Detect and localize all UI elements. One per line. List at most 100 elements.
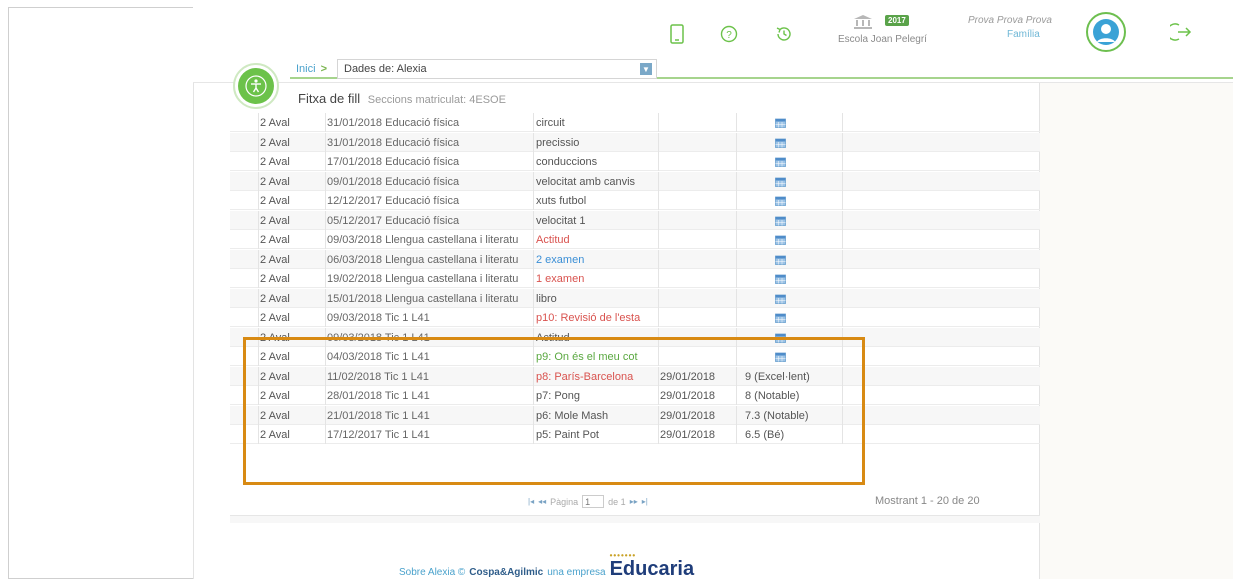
column-divider (842, 210, 843, 230)
column-divider (533, 327, 534, 347)
user-name: Prova Prova Prova (968, 15, 1052, 26)
history-icon[interactable] (773, 23, 795, 45)
calendar-icon[interactable] (775, 157, 787, 167)
table-row[interactable]: 2 Aval 21/01/2018 Tic 1 L41 p6: Mole Mash 2… (230, 405, 1040, 425)
table-row[interactable]: 2 Aval 17/01/2018 Educació física conducci… (230, 152, 1040, 171)
avatar[interactable] (1086, 12, 1126, 52)
calendar-icon[interactable] (775, 216, 787, 226)
user-info[interactable]: Prova Prova Prova Família (968, 15, 1052, 40)
table-row[interactable]: 2 Aval 04/03/2018 Tic 1 L41 p9: On és el m… (230, 347, 1040, 366)
column-divider (258, 191, 259, 210)
calendar-icon[interactable] (775, 294, 787, 304)
column-divider (736, 210, 737, 230)
footer-company: Cospa&Agilmic (469, 567, 544, 578)
grade-cell: 8 (Notable) (745, 390, 800, 402)
table-row[interactable]: 2 Aval 09/03/2018 Tic 1 L41 Actitud (230, 327, 1040, 347)
table-row[interactable]: 2 Aval 15/01/2018 Llengua castellana i li… (230, 288, 1040, 308)
activity-cell: p8: París-Barcelona (536, 370, 634, 383)
breadcrumb-separator: > (320, 63, 327, 75)
evaluation-cell: 2 Aval (260, 175, 290, 188)
column-divider (842, 171, 843, 191)
column-divider (258, 132, 259, 152)
column-divider (258, 366, 259, 386)
column-divider (736, 308, 737, 327)
calendar-icon[interactable] (775, 177, 787, 187)
page-input[interactable] (582, 495, 605, 508)
table-row[interactable]: 2 Aval 12/12/2017 Educació física xuts fut… (230, 191, 1040, 210)
column-divider (325, 113, 326, 132)
records-count: Mostrant 1 - 20 de 20 (875, 495, 980, 507)
prev-page-icon[interactable]: ◂◂ (538, 497, 546, 506)
tablet-icon[interactable] (666, 23, 688, 45)
calendar-icon[interactable] (775, 274, 787, 284)
logout-button[interactable] (1166, 22, 1192, 47)
next-page-icon[interactable]: ▸▸ (630, 497, 638, 506)
calendar-icon[interactable] (775, 138, 787, 148)
footer-about-link[interactable]: Sobre Alexia © (399, 567, 465, 578)
calendar-icon[interactable] (775, 333, 787, 343)
child-selector-value: Alexia (396, 63, 427, 75)
breadcrumb: Inici > (296, 63, 332, 75)
footer: Sobre Alexia © Cospa&Agilmic una empresa… (399, 551, 694, 581)
column-divider (258, 113, 259, 132)
evaluation-cell: 2 Aval (260, 195, 290, 207)
column-divider (736, 288, 737, 308)
chevron-down-icon[interactable]: ▼ (640, 63, 652, 75)
column-divider (842, 191, 843, 210)
activity-cell: xuts futbol (536, 195, 587, 207)
column-divider (842, 327, 843, 347)
grade-cell: 7.3 (Notable) (745, 409, 809, 422)
table-row[interactable]: 2 Aval 19/02/2018 Llengua castellana i li… (230, 269, 1040, 288)
child-selector[interactable]: Dades de: Alexia ▼ (337, 59, 657, 79)
column-divider (533, 405, 534, 425)
calendar-icon[interactable] (775, 235, 787, 245)
column-divider (325, 347, 326, 366)
accessibility-icon (238, 68, 274, 104)
help-icon[interactable]: ? (718, 23, 740, 45)
calendar-icon[interactable] (775, 313, 787, 323)
svg-text:?: ? (726, 30, 732, 41)
table-row[interactable]: 2 Aval 11/02/2018 Tic 1 L41 p8: París-Barc… (230, 366, 1040, 386)
column-divider (533, 210, 534, 230)
footer-tagline: una empresa (547, 567, 606, 578)
evaluation-cell: 2 Aval (260, 214, 290, 227)
calendar-icon[interactable] (775, 118, 787, 128)
table-row[interactable]: 2 Aval 31/01/2018 Educació física precissi… (230, 132, 1040, 152)
date-subject-cell: 09/01/2018 Educació física (327, 175, 460, 188)
page-label: Pàgina (550, 496, 579, 507)
date-subject-cell: 05/12/2017 Educació física (327, 214, 460, 227)
last-page-icon[interactable]: ▸| (642, 497, 648, 506)
column-divider (533, 269, 534, 288)
first-page-icon[interactable]: |◂ (528, 497, 534, 506)
delivery-date-cell: 29/01/2018 (660, 370, 716, 383)
evaluation-cell: 2 Aval (260, 429, 290, 441)
table-row[interactable]: 2 Aval 31/01/2018 Educació física circuit (230, 113, 1040, 132)
table-row[interactable]: 2 Aval 09/01/2018 Educació física velocita… (230, 171, 1040, 191)
breadcrumb-home-link[interactable]: Inici (296, 63, 316, 75)
date-subject-cell: 09/03/2018 Llengua castellana i literatu (327, 234, 519, 246)
column-divider (325, 152, 326, 171)
calendar-icon[interactable] (775, 255, 787, 265)
column-divider (736, 269, 737, 288)
table-row[interactable]: 2 Aval 28/01/2018 Tic 1 L41 p7: Pong 29/01/… (230, 386, 1040, 405)
column-divider (533, 366, 534, 386)
evaluation-cell: 2 Aval (260, 292, 290, 305)
column-divider (736, 386, 737, 405)
table-row[interactable]: 2 Aval 09/03/2018 Tic 1 L41 p10: Revisió d… (230, 308, 1040, 327)
calendar-icon[interactable] (775, 352, 787, 362)
column-divider (258, 327, 259, 347)
activity-cell: velocitat 1 (536, 214, 586, 227)
accessibility-button[interactable] (233, 63, 279, 109)
column-divider (533, 249, 534, 269)
date-subject-cell: 11/02/2018 Tic 1 L41 (327, 370, 429, 383)
calendar-icon[interactable] (775, 196, 787, 206)
table-row[interactable]: 2 Aval 06/03/2018 Llengua castellana i li… (230, 249, 1040, 269)
table-row[interactable]: 2 Aval 09/03/2018 Llengua castellana i li… (230, 230, 1040, 249)
column-divider (325, 405, 326, 425)
column-divider (258, 249, 259, 269)
logo-dots: ••••••• (609, 551, 637, 560)
evaluation-cell: 2 Aval (260, 273, 290, 285)
table-row[interactable]: 2 Aval 17/12/2017 Tic 1 L41 p5: Paint Pot 2… (230, 425, 1040, 444)
table-row[interactable]: 2 Aval 05/12/2017 Educació física velocita… (230, 210, 1040, 230)
column-divider (533, 308, 534, 327)
